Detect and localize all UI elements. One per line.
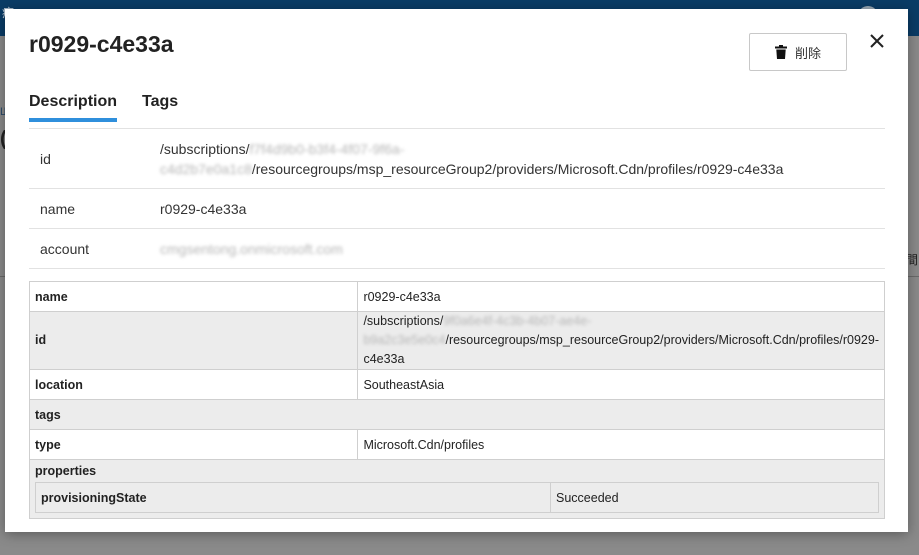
table-key: location (28, 369, 359, 400)
table-value: Microsoft.Cdn/profiles (357, 429, 885, 460)
id-prefix: /subscriptions/ (160, 141, 250, 157)
table-value: /subscriptions/9f0a6e4f-4c3b-4b07-ae4e-b… (357, 311, 885, 370)
nested-properties-table: provisioningState Succeeded (35, 482, 879, 513)
id-suffix: /resourcegroups/msp_resourceGroup2/provi… (251, 161, 784, 177)
description-key: id (40, 150, 51, 167)
table-row: id /subscriptions/9f0a6e4f-4c3b-4b07-ae4… (28, 311, 885, 370)
table-value: Succeeded (550, 482, 879, 513)
description-value: cmgsentong.onmicrosoft.com (160, 229, 885, 268)
description-row-id: id /subscriptions/f7f4d9b0-b3f4-4f07-9f6… (29, 129, 885, 189)
description-row-account: account cmgsentong.onmicrosoft.com (29, 229, 885, 269)
tab-description[interactable]: Description (29, 93, 118, 122)
delete-button[interactable]: 削除 (749, 33, 847, 71)
description-value: /subscriptions/f7f4d9b0-b3f4-4f07-9f6a-c… (160, 129, 885, 188)
dialog-title: r0929-c4e33a (29, 31, 174, 57)
table-key: provisioningState (35, 482, 551, 513)
redacted-account: cmgsentong.onmicrosoft.com (160, 240, 343, 257)
table-row: properties provisioningState Succeeded (29, 459, 885, 519)
table-key: tags (29, 399, 885, 430)
tab-tags[interactable]: Tags (142, 93, 178, 111)
description-value: r0929-c4e33a (160, 200, 247, 217)
delete-button-label: 削除 (794, 45, 821, 61)
table-key: name (28, 281, 359, 312)
description-list: id /subscriptions/f7f4d9b0-b3f4-4f07-9f6… (29, 128, 885, 269)
table-key: type (28, 429, 359, 460)
description-row-name: name r0929-c4e33a (29, 189, 885, 229)
properties-cell: properties provisioningState Succeeded (29, 459, 885, 519)
table-value: r0929-c4e33a (357, 281, 885, 312)
table-row: type Microsoft.Cdn/profiles (28, 429, 885, 460)
table-row: provisioningState Succeeded (35, 482, 879, 513)
resource-detail-dialog: r0929-c4e33a 削除 Description Tags id /sub… (5, 9, 908, 532)
table-key: id (28, 311, 359, 370)
description-key: account (40, 240, 90, 257)
table-key: properties (35, 464, 97, 478)
trash-icon (774, 45, 787, 59)
properties-table: name r0929-c4e33a id /subscriptions/9f0a… (28, 281, 885, 519)
id-prefix: /subscriptions/ (363, 314, 444, 328)
description-key: name (40, 200, 76, 217)
close-icon[interactable] (867, 31, 887, 51)
table-row: location SoutheastAsia (28, 369, 885, 400)
table-value: SoutheastAsia (357, 369, 885, 400)
table-row: tags (29, 399, 885, 430)
table-row: name r0929-c4e33a (28, 281, 885, 312)
